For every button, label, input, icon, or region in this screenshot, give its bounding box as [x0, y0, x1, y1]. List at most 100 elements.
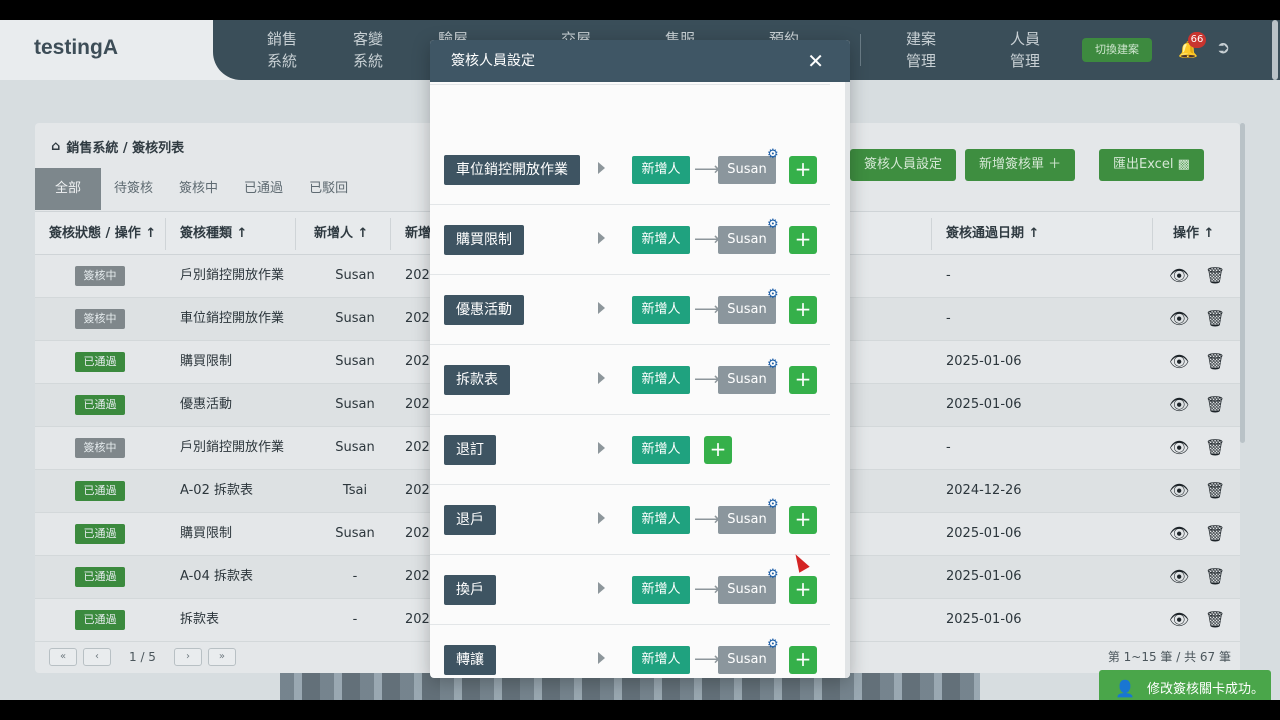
col-ops[interactable]: 操作 ↑ — [1173, 212, 1214, 256]
col-passed-date[interactable]: 簽核通過日期 ↑ — [946, 212, 1039, 256]
home-icon[interactable]: ⌂ — [51, 139, 60, 154]
close-icon[interactable]: ✕ — [807, 40, 824, 82]
view-icon[interactable]: 👁 — [1169, 395, 1189, 414]
toast-message: 修改簽核關卡成功。 — [1147, 682, 1265, 697]
tab-rejected[interactable]: 已駁回 — [296, 168, 361, 210]
creator-node[interactable]: 新增人 — [632, 156, 690, 184]
flow-row: 購買限制 新增人 ⟶ Susan ⚙ + — [430, 205, 830, 275]
col-created[interactable]: 新增 — [405, 212, 431, 256]
add-approver-button[interactable]: + — [789, 646, 817, 674]
add-approver-button[interactable]: + — [789, 366, 817, 394]
creator-node[interactable]: 新增人 — [632, 506, 690, 534]
app-logo[interactable]: testingA — [34, 36, 118, 60]
gear-icon[interactable]: ⚙ — [767, 357, 779, 372]
trash-icon[interactable]: 🗑 — [1205, 481, 1225, 500]
add-approver-button[interactable]: + — [789, 576, 817, 604]
view-icon[interactable]: 👁 — [1169, 266, 1189, 285]
col-type[interactable]: 簽核種類 ↑ — [180, 212, 247, 256]
view-icon[interactable]: 👁 — [1169, 438, 1189, 457]
gear-icon[interactable]: ⚙ — [767, 217, 779, 232]
tab-in-progress[interactable]: 簽核中 — [166, 168, 231, 210]
flow-row: 退戶 新增人 ⟶ Susan ⚙ + — [430, 485, 830, 555]
app-screen: testingA 銷售 系統 客變 系統 驗屋 交屋 售服 預約 建案 管理 人員 管理… — [0, 20, 1280, 700]
trash-icon[interactable]: 🗑 — [1205, 395, 1225, 414]
gear-icon[interactable]: ⚙ — [767, 637, 779, 652]
page-scrollbar[interactable] — [1272, 20, 1278, 80]
status-tabs: 全部 待簽核 簽核中 已通過 已駁回 — [35, 168, 361, 210]
arrow-right-icon: ⟶ — [694, 579, 720, 600]
approver-settings-dialog: 簽核人員設定 ✕ 戶別銷控開放作業新增人⟶Susan⚙+車位銷控開放作業新增人⟶… — [430, 40, 850, 678]
cell-passed-date: 2025-01-06 — [946, 397, 1022, 412]
arrow-right-icon: ⟶ — [694, 649, 720, 670]
view-icon[interactable]: 👁 — [1169, 610, 1189, 629]
tab-all[interactable]: 全部 — [35, 168, 102, 210]
cell-creator: Tsai — [342, 483, 368, 498]
cell-creator: Susan — [335, 311, 375, 326]
caret-right-icon — [598, 372, 605, 384]
trash-icon[interactable]: 🗑 — [1205, 610, 1225, 629]
flow-row: 優惠活動 新增人 ⟶ Susan ⚙ + — [430, 275, 830, 345]
view-icon[interactable]: 👁 — [1169, 352, 1189, 371]
logout-icon[interactable]: ➲ — [1216, 38, 1230, 58]
add-approval-button[interactable]: 新增簽核單 ＋ — [965, 149, 1076, 181]
add-approver-button[interactable]: + — [704, 436, 732, 464]
trash-icon[interactable]: 🗑 — [1205, 352, 1225, 371]
creator-node[interactable]: 新增人 — [632, 436, 690, 464]
card-scrollbar[interactable] — [1240, 123, 1245, 443]
creator-node[interactable]: 新增人 — [632, 366, 690, 394]
creator-node[interactable]: 新增人 — [632, 646, 690, 674]
nav-item-project[interactable]: 建案 管理 — [891, 28, 951, 72]
creator-node[interactable]: 新增人 — [632, 576, 690, 604]
view-icon[interactable]: 👁 — [1169, 481, 1189, 500]
sort-up-icon: ↑ — [1028, 226, 1040, 241]
first-page-button[interactable]: « — [49, 648, 77, 666]
tab-pending[interactable]: 待簽核 — [101, 168, 166, 210]
success-toast: 👤 修改簽核關卡成功。 — [1099, 670, 1271, 700]
add-approver-button[interactable]: + — [789, 506, 817, 534]
export-excel-button[interactable]: 匯出Excel ▩ — [1099, 149, 1204, 181]
view-icon[interactable]: 👁 — [1169, 309, 1189, 328]
add-approver-button[interactable]: + — [789, 156, 817, 184]
status-badge: 已通過 — [75, 567, 125, 587]
cell-type: 戶別銷控開放作業 — [180, 268, 285, 283]
trash-icon[interactable]: 🗑 — [1205, 438, 1225, 457]
creator-node[interactable]: 新增人 — [632, 226, 690, 254]
notification-badge: 66 — [1188, 32, 1206, 48]
flow-row: 換戶 新增人 ⟶ Susan ⚙ + — [430, 555, 830, 625]
trash-icon[interactable]: 🗑 — [1205, 567, 1225, 586]
caret-right-icon — [598, 162, 605, 174]
cell-passed-date: - — [946, 268, 951, 283]
cell-creator: - — [352, 569, 358, 584]
cell-type: 購買限制 — [180, 526, 233, 541]
creator-node[interactable]: 新增人 — [632, 296, 690, 324]
approver-settings-button[interactable]: 簽核人員設定 — [850, 149, 957, 181]
nav-item-sales[interactable]: 銷售 系統 — [252, 28, 312, 72]
flow-name: 拆款表 — [444, 365, 510, 395]
trash-icon[interactable]: 🗑 — [1205, 266, 1225, 285]
switch-project-button[interactable]: 切換建案 — [1082, 38, 1152, 62]
last-page-button[interactable]: » — [207, 648, 236, 666]
prev-page-button[interactable]: ‹ — [83, 648, 111, 666]
nav-item-staff[interactable]: 人員 管理 — [995, 28, 1055, 72]
add-approver-button[interactable]: + — [789, 226, 817, 254]
pagination: « ‹ 1 / 5 › » — [49, 648, 236, 666]
col-status[interactable]: 簽核狀態 / 操作 ↑ — [49, 212, 156, 256]
trash-icon[interactable]: 🗑 — [1205, 309, 1225, 328]
caret-right-icon — [598, 512, 605, 524]
status-badge: 已通過 — [75, 524, 125, 544]
add-approver-button[interactable]: + — [789, 296, 817, 324]
gear-icon[interactable]: ⚙ — [767, 567, 779, 582]
gear-icon[interactable]: ⚙ — [767, 287, 779, 302]
view-icon[interactable]: 👁 — [1169, 567, 1189, 586]
tab-approved[interactable]: 已通過 — [231, 168, 296, 210]
col-creator[interactable]: 新增人 ↑ — [314, 212, 368, 256]
nav-item-customization[interactable]: 客變 系統 — [338, 28, 398, 72]
trash-icon[interactable]: 🗑 — [1205, 524, 1225, 543]
gear-icon[interactable]: ⚙ — [767, 147, 779, 162]
dialog-scrollbar[interactable] — [845, 82, 850, 678]
gear-icon[interactable]: ⚙ — [767, 497, 779, 512]
cell-type: 戶別銷控開放作業 — [180, 440, 285, 455]
arrow-right-icon: ⟶ — [694, 299, 720, 320]
next-page-button[interactable]: › — [173, 648, 202, 666]
view-icon[interactable]: 👁 — [1169, 524, 1189, 543]
